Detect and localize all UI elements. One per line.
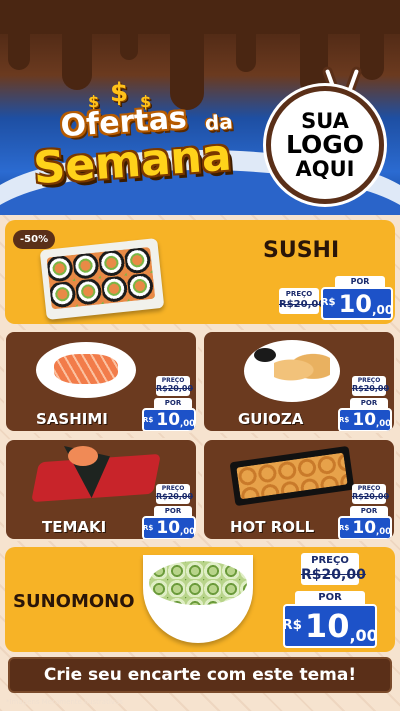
product-name: SASHIMI	[36, 410, 108, 428]
por-label: POR	[350, 506, 388, 516]
product-name: SUNOMONO	[13, 591, 135, 612]
guioza-image	[244, 340, 340, 402]
new-price: R$ 10 ,00	[338, 516, 392, 539]
old-price: PREÇO R$20,00	[352, 484, 389, 504]
new-price: R$ 10 ,00	[321, 287, 393, 320]
old-price: PREÇO R$20,00	[156, 376, 193, 396]
old-price: PREÇO R$20,00	[352, 376, 389, 396]
product-name: TEMAKI	[42, 518, 107, 536]
promo-title: Ofertas da Semana	[19, 84, 255, 200]
new-price: R$ 10 ,00	[142, 408, 196, 431]
logo-line: AQUI	[295, 157, 355, 182]
logo-line: SUA	[301, 108, 349, 133]
featured-card-sushi: -50% SUSHI PREÇO R$20,00 POR R$ 10 ,00	[5, 220, 395, 324]
new-price: R$ 10 ,00	[142, 516, 196, 539]
por-label: POR	[154, 506, 192, 516]
sushi-image	[39, 238, 165, 320]
product-card-hot-roll: HOT ROLL PREÇO R$20,00 POR R$ 10 ,00	[202, 438, 396, 541]
por-label: POR	[154, 398, 192, 408]
logo-placeholder: SUA LOGO AQUI	[266, 86, 384, 204]
product-card-temaki: TEMAKI PREÇO R$20,00 POR R$ 10 ,00	[4, 438, 198, 541]
hot-roll-image	[229, 445, 355, 507]
product-name: HOT ROLL	[230, 518, 315, 536]
product-name: GUIOZA	[238, 410, 304, 428]
hero-banner: $ $ $ Ofertas da Semana SUA LOGO AQUI	[0, 0, 400, 215]
old-price: PREÇO R$20,00	[301, 553, 366, 585]
sunomono-image	[143, 555, 253, 643]
sashimi-image	[36, 342, 136, 398]
product-card-sunomono: SUNOMONO PREÇO R$20,00 POR R$ 10 ,00	[5, 547, 395, 652]
new-price: R$ 10 ,00	[338, 408, 392, 431]
product-card-guioza: GUIOZA PREÇO R$20,00 POR R$ 10 ,00	[202, 330, 396, 433]
new-price: R$ 10 ,00	[282, 604, 378, 648]
cta-banner[interactable]: Crie seu encarte com este tema!	[8, 657, 392, 693]
old-price: PREÇO R$20,00	[156, 484, 193, 504]
por-label: POR	[350, 398, 388, 408]
product-card-sashimi: SASHIMI PREÇO R$20,00 POR R$ 10 ,00	[4, 330, 198, 433]
disclaimer-note: *Imagens Meramente Ilustrativas	[6, 698, 123, 706]
old-price: PREÇO R$20,00	[279, 288, 325, 314]
discount-badge: -50%	[13, 230, 56, 249]
logo-line: LOGO	[285, 129, 365, 159]
product-name: SUSHI	[263, 238, 340, 263]
por-label: POR	[295, 591, 365, 605]
